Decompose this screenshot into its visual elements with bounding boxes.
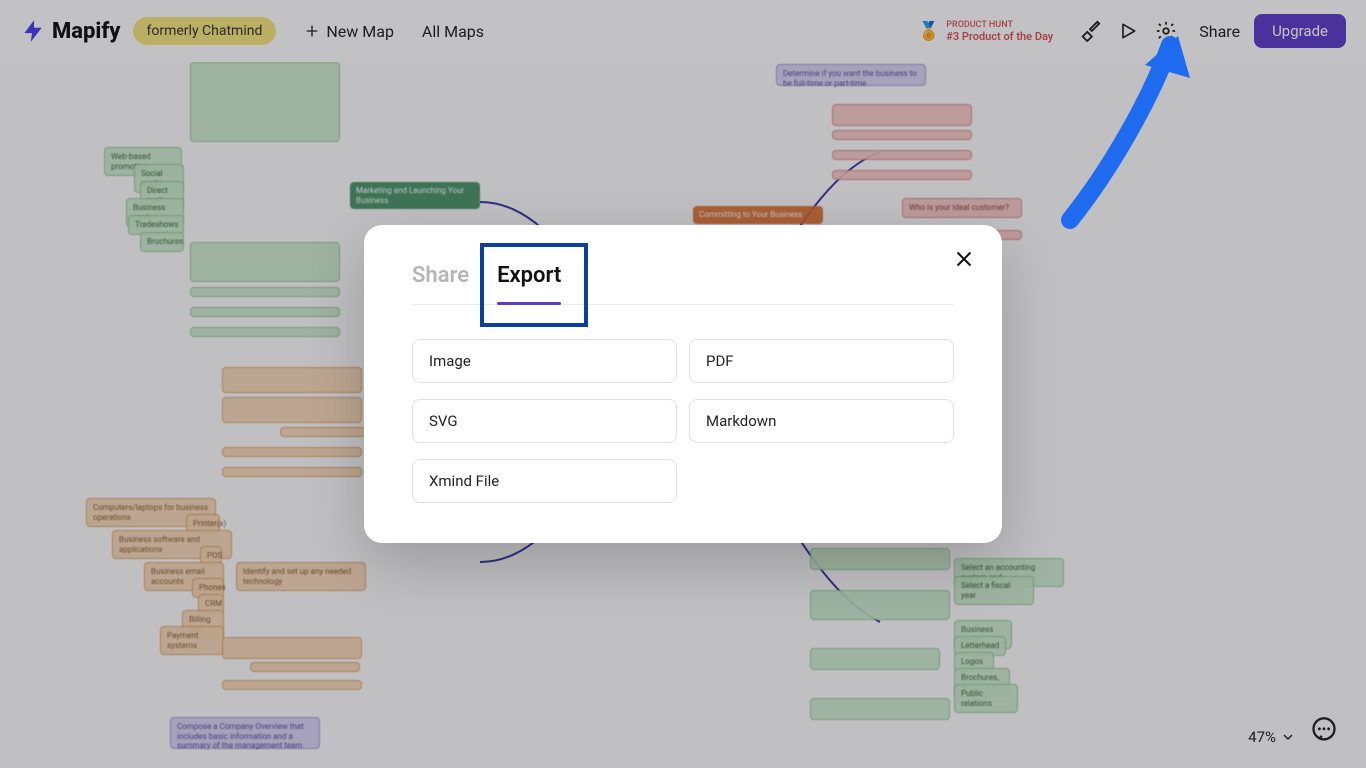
modal-overlay[interactable]: Share Export Image PDF SVG Markdown Xmin… — [0, 0, 1366, 768]
tab-share[interactable]: Share — [412, 253, 469, 304]
tab-export[interactable]: Export — [497, 253, 561, 304]
export-options: Image PDF SVG Markdown Xmind File — [412, 339, 954, 503]
close-button[interactable] — [948, 243, 980, 275]
close-icon — [954, 249, 974, 269]
export-image[interactable]: Image — [412, 339, 677, 383]
modal-tabs: Share Export — [412, 253, 954, 305]
share-export-modal: Share Export Image PDF SVG Markdown Xmin… — [364, 225, 1002, 543]
export-markdown[interactable]: Markdown — [689, 399, 954, 443]
export-pdf[interactable]: PDF — [689, 339, 954, 383]
export-svg[interactable]: SVG — [412, 399, 677, 443]
export-xmind[interactable]: Xmind File — [412, 459, 677, 503]
